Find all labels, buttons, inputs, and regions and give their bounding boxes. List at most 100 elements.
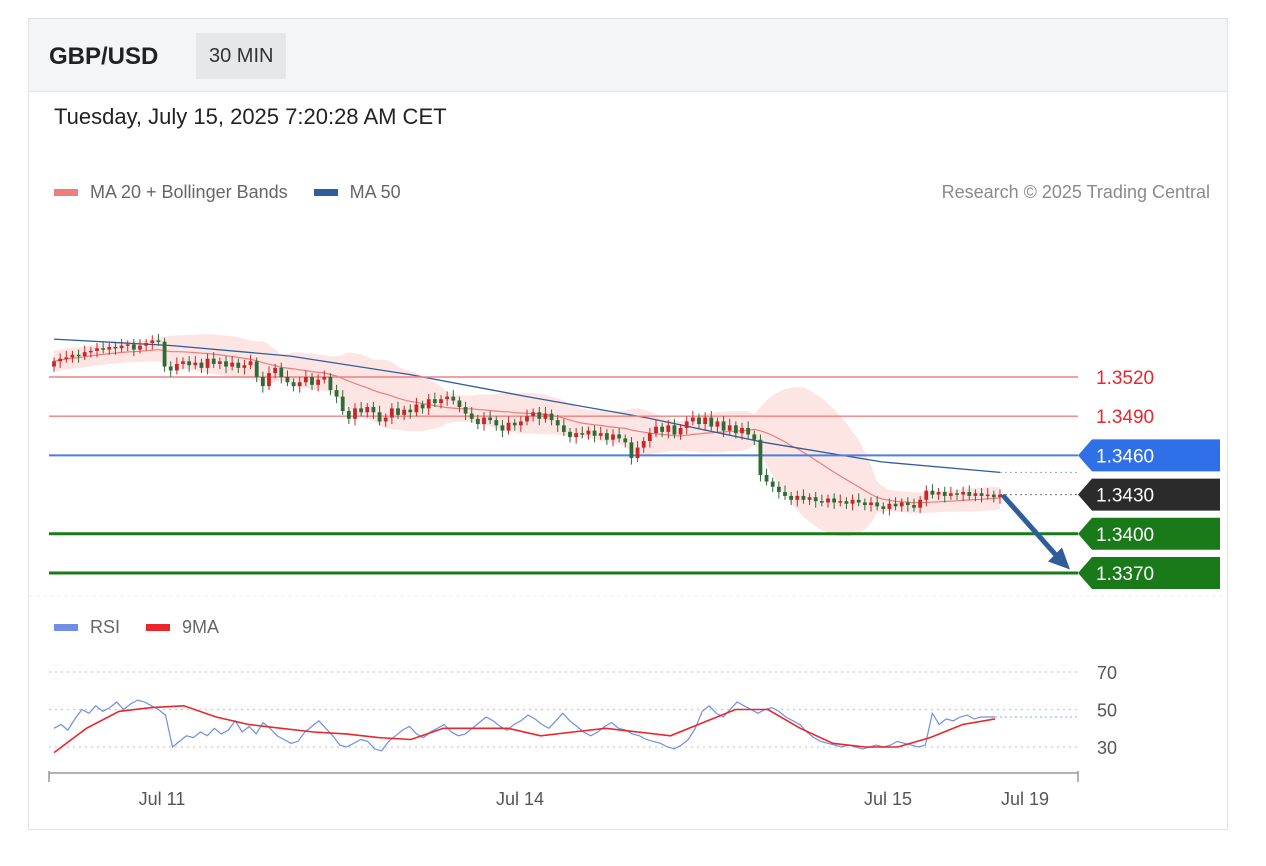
- candle-body: [439, 399, 443, 404]
- candle-body: [371, 407, 376, 413]
- candle-body: [979, 493, 984, 496]
- candle-body: [721, 421, 726, 431]
- candle-body: [101, 348, 106, 350]
- candle-body: [463, 407, 468, 414]
- candle-body: [279, 367, 284, 377]
- candle-body: [973, 493, 978, 496]
- candle-body: [402, 409, 407, 415]
- candle: [770, 477, 775, 492]
- candle-body: [776, 486, 781, 492]
- candle-body: [64, 357, 69, 359]
- candle-body: [248, 361, 253, 366]
- candle-body: [174, 363, 179, 371]
- candle-body: [144, 343, 149, 346]
- level-label-current: 1.3430: [1096, 486, 1154, 507]
- candle-body: [316, 379, 321, 385]
- candle-body: [334, 390, 339, 397]
- candle-body: [826, 498, 830, 503]
- chart-svg: 1.3520 1.3490 1.3460 1.3430 1.3400 1.3370 30 50…: [29, 333, 1226, 809]
- candle-body: [991, 494, 996, 498]
- candle-body: [150, 340, 155, 344]
- level-label-support: 1.3400: [1096, 525, 1154, 546]
- candle-body: [813, 497, 818, 502]
- candle-body: [488, 417, 493, 421]
- candle-body: [850, 499, 855, 504]
- candle-body: [684, 421, 689, 428]
- candle-body: [862, 502, 867, 506]
- candle-body: [506, 422, 511, 431]
- candle-body: [746, 427, 751, 435]
- candle-body: [224, 361, 228, 367]
- candle-body: [531, 412, 536, 417]
- candle-body: [76, 354, 81, 357]
- candle-body: [555, 420, 560, 426]
- candle-body: [654, 426, 658, 434]
- level-label-resistance: 1.3520: [1096, 368, 1154, 389]
- candle-body: [856, 499, 861, 503]
- rsi-9ma-line: [53, 704, 996, 754]
- candle-body: [125, 344, 130, 346]
- candle-body: [869, 502, 873, 506]
- candle-body: [205, 358, 210, 368]
- candle-body: [697, 417, 701, 425]
- candle-body: [893, 503, 898, 507]
- candle-body: [690, 417, 695, 422]
- candle-body: [770, 481, 775, 487]
- candle-body: [660, 426, 665, 432]
- candle-body: [113, 346, 118, 349]
- candle-body: [715, 421, 720, 427]
- x-tick-label: Jul 19: [1001, 789, 1049, 809]
- candle-body: [574, 433, 579, 438]
- candle-body: [740, 427, 744, 434]
- candle-body: [494, 420, 499, 426]
- candle-body: [107, 346, 112, 350]
- candle-body: [611, 434, 615, 440]
- candle-body: [469, 413, 474, 419]
- candle-body: [482, 417, 486, 425]
- candle-body: [236, 362, 241, 368]
- level-label-resistance: 1.3490: [1096, 407, 1154, 428]
- candle-body: [604, 433, 609, 440]
- candle-body: [187, 361, 192, 366]
- candle-body: [353, 408, 357, 419]
- candle-body: [414, 404, 419, 413]
- candle-body: [948, 493, 953, 496]
- candle-body: [617, 434, 622, 439]
- candle-body: [131, 344, 136, 350]
- candle-body: [199, 362, 204, 368]
- candle-body: [70, 354, 75, 358]
- candle-body: [242, 365, 247, 368]
- candle-body: [752, 434, 757, 440]
- level-label-pivot: 1.3460: [1096, 446, 1154, 467]
- x-tick-label: Jul 11: [139, 789, 186, 809]
- candle-body: [881, 506, 886, 509]
- candle-body: [795, 495, 800, 500]
- projection-arrow-shaft: [1001, 494, 1061, 560]
- candle-body: [475, 418, 480, 425]
- candle-body: [733, 425, 738, 434]
- candle-body: [666, 425, 671, 432]
- candle-body: [285, 377, 290, 383]
- candle-body: [303, 377, 308, 383]
- candle-body: [985, 494, 990, 497]
- candle-body: [88, 350, 93, 353]
- candle-body: [408, 409, 413, 413]
- candle-body: [838, 501, 843, 503]
- candle-body: [709, 417, 714, 427]
- candle-body: [211, 358, 216, 364]
- candle-body: [623, 438, 628, 443]
- candle-body: [801, 495, 806, 500]
- candle-body: [359, 408, 364, 413]
- candle-body: [445, 396, 450, 400]
- candle-body: [727, 425, 732, 431]
- candle-body: [967, 491, 972, 496]
- candle-body: [217, 361, 222, 364]
- candle-body: [586, 430, 591, 435]
- candle-body: [549, 413, 554, 421]
- candle-body: [230, 362, 235, 367]
- candle-body: [512, 422, 517, 426]
- candle: [764, 468, 769, 486]
- candle-body: [457, 400, 462, 408]
- level-label-support: 1.3370: [1096, 564, 1154, 585]
- candle-body: [365, 407, 370, 413]
